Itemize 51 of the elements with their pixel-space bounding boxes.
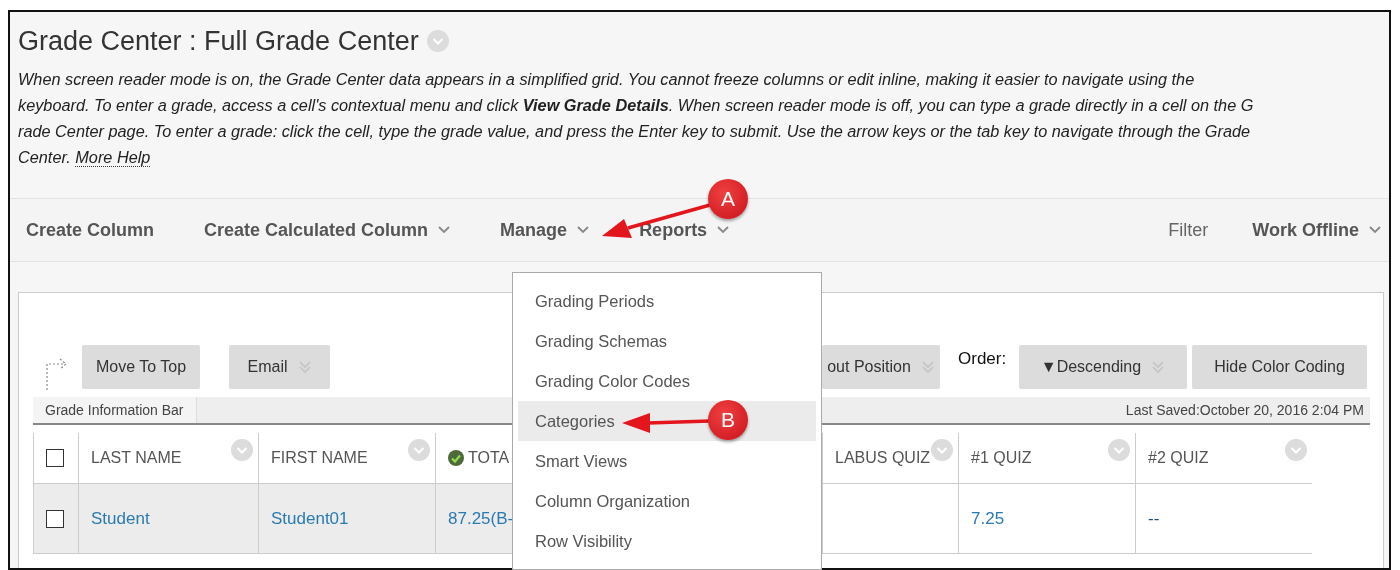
tree-arrow-icon: [45, 356, 69, 392]
double-chevron-icon: [920, 360, 935, 374]
menu-item[interactable]: Column Organization: [518, 481, 816, 521]
chevron-down-icon: [717, 226, 730, 234]
menu-button[interactable]: Work Offline: [1252, 219, 1381, 241]
menu-item[interactable]: Grading Schemas: [518, 321, 816, 361]
chevron-down-icon: [438, 226, 451, 234]
chevron-circle-icon[interactable]: [426, 30, 449, 52]
menu-button[interactable]: Manage: [500, 219, 590, 241]
last-saved-text: Last Saved:October 20, 2016 2:04 PM: [1125, 402, 1365, 418]
column-header[interactable]: #2 QUIZ: [1135, 433, 1312, 484]
toolbar-button[interactable]: Move To Top: [82, 345, 200, 389]
chevron-circle-icon[interactable]: [931, 439, 953, 461]
column-header[interactable]: FIRST NAME: [258, 433, 435, 484]
checkbox[interactable]: [46, 449, 64, 467]
page-title: Grade Center : Full Grade Center: [18, 25, 419, 58]
double-chevron-icon: [1151, 360, 1166, 374]
grade-information-bar-label: Grade Information Bar: [33, 397, 197, 423]
menu-item[interactable]: Row Visibility: [518, 521, 816, 561]
table-cell[interactable]: Student01: [258, 484, 435, 554]
toolbar-button[interactable]: out Position: [822, 345, 940, 389]
toolbar-button[interactable]: Email: [229, 345, 330, 389]
chevron-down-icon: [1369, 226, 1381, 234]
column-header[interactable]: TOTA: [435, 433, 512, 484]
menu-item[interactable]: Grading Color Codes: [518, 361, 816, 401]
chevron-down-icon: [577, 226, 590, 234]
column-header[interactable]: LABUS QUIZ: [822, 433, 958, 484]
table-cell: --: [1135, 484, 1312, 554]
toolbar-button[interactable]: Create Column: [26, 219, 155, 241]
check-icon: [448, 450, 464, 466]
chevron-circle-icon[interactable]: [1108, 439, 1130, 461]
menu-button[interactable]: Create Calculated Column: [204, 219, 451, 241]
table-cell: 87.25(B-: [435, 484, 512, 554]
checkbox[interactable]: [46, 509, 64, 528]
order-label: Order:: [958, 348, 1008, 369]
menu-item[interactable]: Smart Views: [518, 441, 816, 481]
description-text: When screen reader mode is on, the Grade Center data appears in a simplified grid. You cannot freeze columns or edit inline, making it easier to navigate using the keyboard. To enter a grade, access a cell's contextual menu and click View Grade Details. When screen reader mode is off, you can type a grade directly in a cell on the G rade Center page. To enter a grade: click the cell, type the grade value, and press the Enter key to submit. Use the arrow keys or the tab key to navigate through the Grade Center. More Help: [18, 69, 1255, 169]
chevron-circle-icon[interactable]: [408, 439, 430, 461]
more-help-link[interactable]: More Help: [75, 148, 151, 167]
column-header[interactable]: LAST NAME: [78, 433, 258, 484]
menu-button[interactable]: Reports: [639, 219, 730, 241]
column-header[interactable]: #1 QUIZ: [958, 433, 1135, 484]
toolbar-button[interactable]: Hide Color Coding: [1192, 345, 1367, 389]
toolbar-button[interactable]: Filter: [1168, 219, 1209, 241]
toolbar-button[interactable]: ▼Descending: [1019, 345, 1187, 389]
table-cell[interactable]: Student: [78, 484, 258, 554]
chevron-circle-icon[interactable]: [1285, 439, 1307, 461]
chevron-circle-icon[interactable]: [231, 439, 253, 461]
double-chevron-icon: [297, 360, 312, 374]
menu-item[interactable]: Grading Periods: [518, 281, 816, 321]
table-cell: 7.25: [958, 484, 1135, 554]
